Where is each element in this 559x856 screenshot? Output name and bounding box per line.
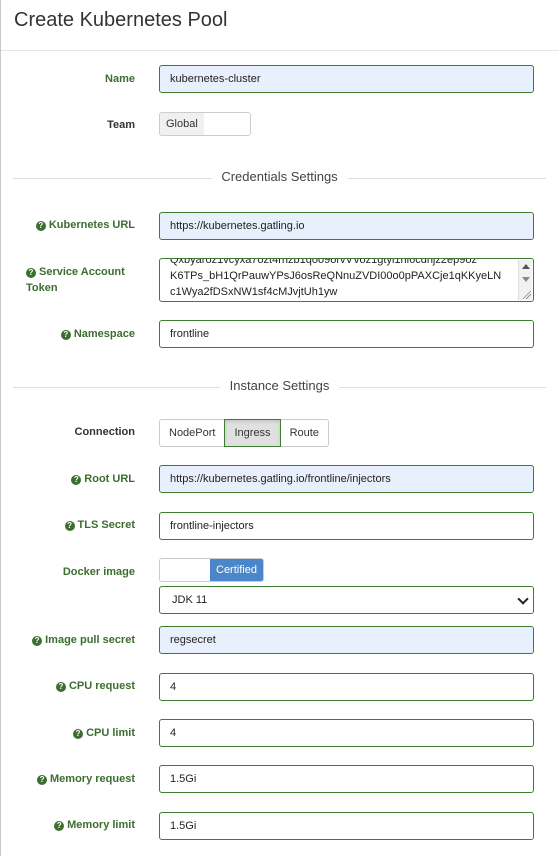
scroll-up-arrow-icon[interactable] bbox=[522, 264, 530, 269]
toggle-off-segment bbox=[160, 559, 210, 581]
cpu-limit-label-text: CPU limit bbox=[86, 727, 135, 739]
question-circle-icon: ? bbox=[55, 682, 66, 692]
question-circle-icon: ? bbox=[64, 521, 75, 531]
cpu-request-label: ? CPU request bbox=[0, 680, 135, 692]
modal-header: Create Kubernetes Pool bbox=[0, 0, 559, 51]
team-toggle[interactable]: Global bbox=[159, 112, 251, 136]
root-url-input[interactable]: https://kubernetes.gatling.io/frontline/… bbox=[159, 465, 534, 493]
cpu-limit-label: ? CPU limit bbox=[0, 727, 135, 739]
instance-section-title: Instance Settings bbox=[219, 378, 340, 393]
tls-secret-label: ? TLS Secret bbox=[0, 519, 135, 531]
kubernetes-url-input[interactable]: https://kubernetes.gatling.io bbox=[159, 212, 534, 240]
cpu-limit-input[interactable]: 4 bbox=[159, 719, 534, 747]
service-account-token-textarea[interactable]: Qxbyaroz1vcyxa7ozt4rnzb1qoo9orvVVoz1gtyi… bbox=[159, 258, 534, 302]
namespace-input[interactable]: frontline bbox=[159, 320, 534, 348]
namespace-label: ? Namespace bbox=[0, 328, 135, 340]
credentials-section-divider: Credentials Settings bbox=[13, 169, 546, 189]
team-toggle-value: Global bbox=[160, 113, 204, 135]
connection-nodeport-button[interactable]: NodePort bbox=[159, 419, 226, 447]
memory-request-input[interactable]: 1.5Gi bbox=[159, 765, 534, 793]
connection-ingress-button[interactable]: Ingress bbox=[224, 419, 281, 447]
chevron-down-icon bbox=[517, 593, 529, 605]
kubernetes-url-label: ? Kubernetes URL bbox=[0, 219, 135, 231]
docker-image-label: Docker image bbox=[62, 566, 135, 578]
connection-route-button[interactable]: Route bbox=[279, 419, 329, 447]
question-circle-icon: ? bbox=[26, 268, 36, 278]
scroll-down-arrow-icon[interactable] bbox=[522, 277, 530, 282]
cpu-request-label-text: CPU request bbox=[68, 680, 135, 692]
question-circle-icon: ? bbox=[32, 636, 43, 646]
memory-request-label: ? Memory request bbox=[0, 773, 135, 785]
token-line-3: c1Wya2fDSxNW1sf4cMJvjtUh1yw bbox=[170, 286, 338, 298]
docker-image-select-value: JDK 11 bbox=[172, 594, 208, 606]
root-url-label: ? Root URL bbox=[0, 473, 135, 485]
name-input[interactable]: kubernetes-cluster bbox=[159, 65, 534, 93]
memory-request-label-text: Memory request bbox=[50, 773, 135, 785]
resize-grip-icon[interactable] bbox=[523, 291, 531, 299]
memory-limit-label-text: Memory limit bbox=[67, 819, 135, 831]
tls-secret-input[interactable]: frontline-injectors bbox=[159, 512, 534, 540]
namespace-label-text: Namespace bbox=[73, 328, 135, 340]
question-circle-icon: ? bbox=[73, 729, 84, 739]
team-toggle-off bbox=[203, 113, 250, 135]
docker-image-select[interactable]: JDK 11 bbox=[159, 586, 534, 614]
textarea-scrollbar[interactable] bbox=[518, 260, 532, 300]
memory-limit-label: ? Memory limit bbox=[0, 819, 135, 831]
question-circle-icon: ? bbox=[35, 221, 46, 231]
tls-secret-label-text: TLS Secret bbox=[77, 519, 135, 531]
cpu-request-input[interactable]: 4 bbox=[159, 673, 534, 701]
question-circle-icon: ? bbox=[54, 821, 65, 831]
kubernetes-url-label-text: Kubernetes URL bbox=[48, 219, 135, 231]
question-circle-icon: ? bbox=[37, 775, 48, 785]
service-account-token-label-text: Service Account Token bbox=[26, 266, 125, 294]
connection-button-group: NodePort Ingress Route bbox=[159, 419, 329, 447]
token-line-2: K6TPs_bH1QrPauwYPsJ6osReQNnuZVDI00o0pPAX… bbox=[170, 270, 502, 282]
instance-section-divider: Instance Settings bbox=[13, 378, 546, 398]
name-label: Name bbox=[105, 73, 135, 85]
image-pull-secret-input[interactable]: regsecret bbox=[159, 626, 534, 654]
docker-image-certified-toggle[interactable]: Certified bbox=[159, 558, 264, 582]
question-circle-icon: ? bbox=[60, 330, 71, 340]
connection-label: Connection bbox=[74, 426, 136, 438]
token-line-1: Qxbyaroz1vcyxa7ozt4rnzb1qoo9orvVVoz1gtyi… bbox=[170, 258, 477, 266]
image-pull-secret-label: ? Image pull secret bbox=[0, 634, 135, 646]
toggle-certified-segment: Certified bbox=[210, 559, 263, 581]
team-label: Team bbox=[107, 119, 135, 131]
image-pull-secret-label-text: Image pull secret bbox=[45, 634, 135, 646]
question-circle-icon: ? bbox=[71, 475, 82, 485]
credentials-section-title: Credentials Settings bbox=[211, 169, 348, 184]
service-account-token-label: ? Service Account Token bbox=[26, 264, 136, 296]
root-url-label-text: Root URL bbox=[84, 473, 135, 485]
memory-limit-input[interactable]: 1.5Gi bbox=[159, 812, 534, 840]
dialog-title: Create Kubernetes Pool bbox=[14, 9, 228, 31]
